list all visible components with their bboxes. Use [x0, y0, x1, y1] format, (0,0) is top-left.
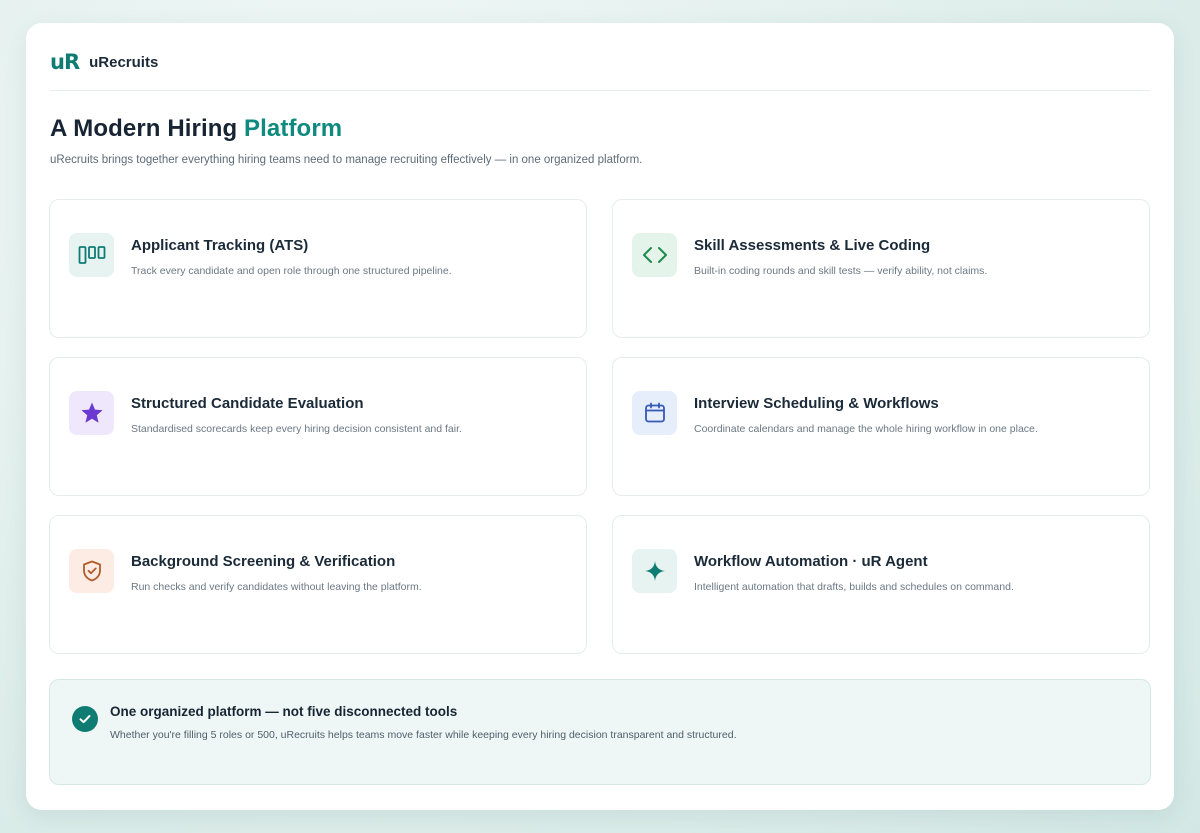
page-subtitle: uRecruits brings together everything hir… — [50, 154, 643, 166]
feature-card-screening[interactable]: Background Screening & Verification Run … — [49, 515, 587, 654]
page-title: A Modern Hiring Platform — [50, 115, 342, 143]
shield-check-icon — [69, 549, 114, 593]
feature-card-ats[interactable]: Applicant Tracking (ATS) Track every can… — [49, 199, 587, 338]
brand[interactable]: uR uRecruits — [50, 49, 158, 75]
feature-title: Applicant Tracking (ATS) — [131, 237, 309, 254]
feature-card-skills[interactable]: Skill Assessments & Live Coding Built-in… — [612, 199, 1150, 338]
check-circle-icon — [72, 706, 98, 732]
logo: uR — [50, 49, 80, 74]
brand-name: uRecruits — [89, 53, 159, 71]
sparkle-icon — [632, 549, 677, 593]
feature-title: Interview Scheduling & Workflows — [694, 395, 939, 412]
feature-desc: Coordinate calendars and manage the whol… — [694, 423, 1038, 435]
feature-title: Background Screening & Verification — [131, 553, 396, 570]
header-divider — [50, 90, 1150, 91]
summary-banner: One organized platform — not five discon… — [49, 679, 1151, 785]
feature-desc: Built-in coding rounds and skill tests —… — [694, 265, 988, 277]
banner-title: One organized platform — not five discon… — [110, 704, 458, 719]
feature-card-scheduling[interactable]: Interview Scheduling & Workflows Coordin… — [612, 357, 1150, 496]
page-title-main: A Modern Hiring — [50, 115, 245, 142]
feature-desc: Track every candidate and open role thro… — [131, 265, 452, 277]
calendar-icon — [632, 391, 677, 435]
feature-card-evaluation[interactable]: Structured Candidate Evaluation Standard… — [49, 357, 587, 496]
pipeline-columns-icon — [69, 233, 114, 277]
page-title-accent: Platform — [244, 115, 343, 142]
main-card: uR uRecruits A Modern Hiring Platform uR… — [26, 23, 1174, 810]
feature-desc: Run checks and verify candidates without… — [131, 581, 422, 593]
feature-title: Skill Assessments & Live Coding — [694, 237, 931, 254]
star-icon — [69, 391, 114, 435]
feature-desc: Intelligent automation that drafts, buil… — [694, 581, 1014, 593]
feature-desc: Standardised scorecards keep every hirin… — [131, 423, 462, 435]
feature-card-automation[interactable]: Workflow Automation · uR Agent Intellige… — [612, 515, 1150, 654]
feature-title: Structured Candidate Evaluation — [131, 395, 364, 412]
feature-title: Workflow Automation · uR Agent — [694, 553, 928, 570]
banner-desc: Whether you're filling 5 roles or 500, u… — [110, 729, 737, 741]
code-brackets-icon — [632, 233, 677, 277]
